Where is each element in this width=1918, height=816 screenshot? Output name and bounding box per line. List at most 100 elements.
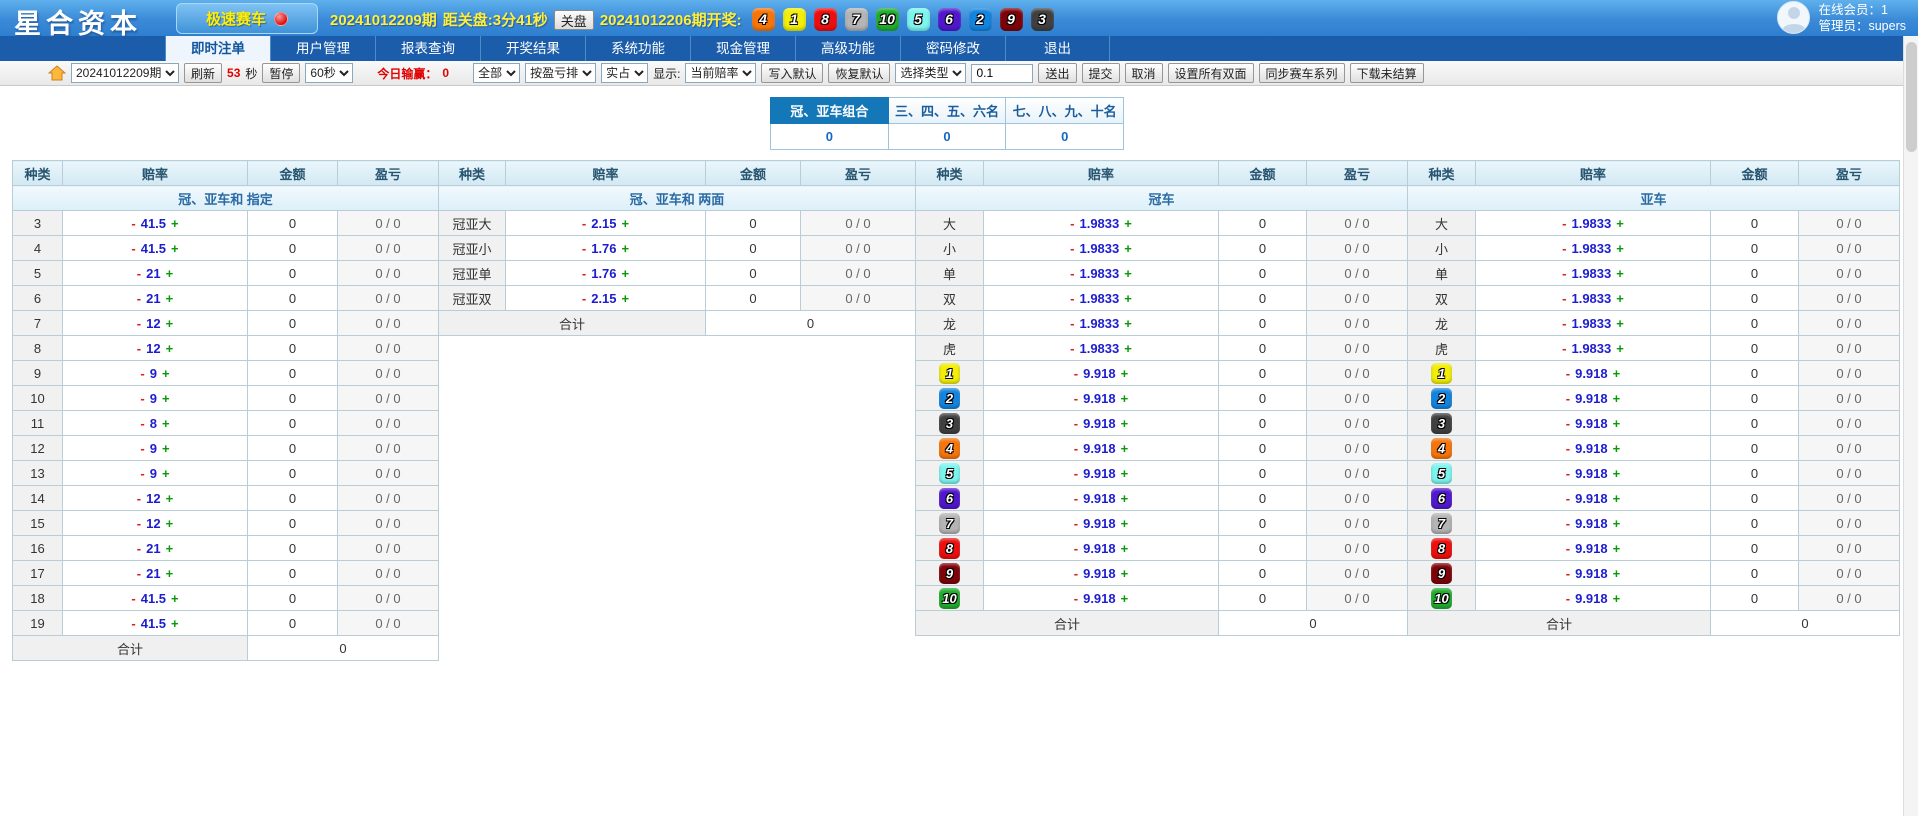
odds-decrease-button[interactable]: - [1561,466,1575,481]
odds-decrease-button[interactable]: - [1561,416,1575,431]
kind-cell[interactable]: 虎 [916,336,984,361]
odds-decrease-button[interactable]: - [1069,591,1083,606]
kind-cell[interactable]: 单 [916,261,984,286]
odds-increase-button[interactable]: + [1119,291,1137,306]
odds-increase-button[interactable]: + [1116,516,1134,531]
odds-decrease-button[interactable]: - [577,291,591,306]
kind-cell[interactable]: 小 [1408,236,1476,261]
odds-increase-button[interactable]: + [161,316,179,331]
step-input[interactable] [971,64,1033,83]
odds-increase-button[interactable]: + [166,216,184,231]
kind-cell[interactable]: 9 [1408,561,1476,586]
odds-increase-button[interactable]: + [1608,391,1626,406]
interval-select[interactable]: 60秒 [305,63,353,83]
odds-increase-button[interactable]: + [1116,416,1134,431]
odds-increase-button[interactable]: + [1116,541,1134,556]
odds-decrease-button[interactable]: - [1557,241,1571,256]
odds-decrease-button[interactable]: - [1065,316,1079,331]
download-unsettled-button[interactable]: 下载未结算 [1350,63,1424,83]
odds-increase-button[interactable]: + [1116,441,1134,456]
odds-decrease-button[interactable]: - [1561,391,1575,406]
kind-cell[interactable]: 9 [916,561,984,586]
odds-decrease-button[interactable]: - [1069,391,1083,406]
odds-decrease-button[interactable]: - [1561,566,1575,581]
kind-cell[interactable]: 冠亚小 [439,236,506,261]
game-selector-button[interactable]: 极速赛车 [176,3,318,34]
odds-decrease-button[interactable]: - [132,266,146,281]
game-switch-icon[interactable] [274,12,288,26]
odds-decrease-button[interactable]: - [1065,266,1079,281]
scope-select[interactable]: 全部 [473,63,520,83]
kind-cell[interactable]: 双 [916,286,984,311]
kind-cell[interactable]: 2 [916,386,984,411]
odds-decrease-button[interactable]: - [135,391,149,406]
nav-tab-2[interactable]: 用户管理 [270,36,375,61]
odds-increase-button[interactable]: + [1611,266,1629,281]
write-default-button[interactable]: 写入默认 [761,63,823,83]
kind-cell[interactable]: 龙 [1408,311,1476,336]
odds-decrease-button[interactable]: - [132,541,146,556]
odds-decrease-button[interactable]: - [126,241,140,256]
kind-cell[interactable]: 7 [1408,511,1476,536]
odds-increase-button[interactable]: + [1116,491,1134,506]
odds-increase-button[interactable]: + [161,516,179,531]
odds-increase-button[interactable]: + [1608,491,1626,506]
kind-cell[interactable]: 5 [1408,461,1476,486]
kind-cell[interactable]: 12 [13,436,63,461]
kind-cell[interactable]: 5 [13,261,63,286]
kind-cell[interactable]: 大 [916,211,984,236]
close-market-button[interactable]: 关盘 [554,10,594,30]
odds-increase-button[interactable]: + [1116,366,1134,381]
odds-increase-button[interactable]: + [166,241,184,256]
odds-decrease-button[interactable]: - [1557,341,1571,356]
odds-increase-button[interactable]: + [1116,566,1134,581]
subtab-1[interactable]: 冠、亚车组合 [770,97,889,124]
kind-cell[interactable]: 10 [916,586,984,611]
odds-decrease-button[interactable]: - [1561,366,1575,381]
odds-decrease-button[interactable]: - [1069,466,1083,481]
odds-increase-button[interactable]: + [1119,341,1137,356]
odds-increase-button[interactable]: + [1119,216,1137,231]
odds-increase-button[interactable]: + [1116,591,1134,606]
odds-increase-button[interactable]: + [617,216,635,231]
kind-cell[interactable]: 5 [916,461,984,486]
odds-increase-button[interactable]: + [1608,541,1626,556]
kind-cell[interactable]: 8 [13,336,63,361]
odds-decrease-button[interactable]: - [1069,416,1083,431]
kind-cell[interactable]: 冠亚单 [439,261,506,286]
odds-increase-button[interactable]: + [1608,366,1626,381]
subtab-3[interactable]: 七、八、九、十名 [1006,97,1124,124]
kind-cell[interactable]: 虎 [1408,336,1476,361]
sync-series-button[interactable]: 同步赛车系列 [1259,63,1345,83]
odds-increase-button[interactable]: + [166,591,184,606]
odds-decrease-button[interactable]: - [1561,491,1575,506]
odds-decrease-button[interactable]: - [1069,516,1083,531]
odds-decrease-button[interactable]: - [1069,541,1083,556]
set-all-sides-button[interactable]: 设置所有双面 [1168,63,1254,83]
kind-cell[interactable]: 14 [13,486,63,511]
odds-increase-button[interactable]: + [1611,241,1629,256]
odds-decrease-button[interactable]: - [1069,366,1083,381]
odds-increase-button[interactable]: + [1116,466,1134,481]
odds-decrease-button[interactable]: - [1069,491,1083,506]
odds-increase-button[interactable]: + [1119,316,1137,331]
issue-select[interactable]: 20241012209期 [71,63,179,83]
odds-increase-button[interactable]: + [166,616,184,631]
sort-select[interactable]: 按盈亏排 [525,63,596,83]
pause-button[interactable]: 暂停 [262,63,300,83]
odds-increase-button[interactable]: + [1608,566,1626,581]
odds-increase-button[interactable]: + [161,541,179,556]
kind-cell[interactable]: 7 [13,311,63,336]
odds-decrease-button[interactable]: - [1557,316,1571,331]
kind-cell[interactable]: 龙 [916,311,984,336]
odds-increase-button[interactable]: + [161,566,179,581]
kind-cell[interactable]: 8 [1408,536,1476,561]
odds-decrease-button[interactable]: - [132,291,146,306]
nav-tab-5[interactable]: 系统功能 [585,36,690,61]
kind-cell[interactable]: 11 [13,411,63,436]
odds-decrease-button[interactable]: - [577,241,591,256]
mode-select[interactable]: 实占 [601,63,648,83]
odds-increase-button[interactable]: + [157,466,175,481]
odds-increase-button[interactable]: + [1611,216,1629,231]
nav-tab-9[interactable]: 退出 [1005,36,1110,61]
